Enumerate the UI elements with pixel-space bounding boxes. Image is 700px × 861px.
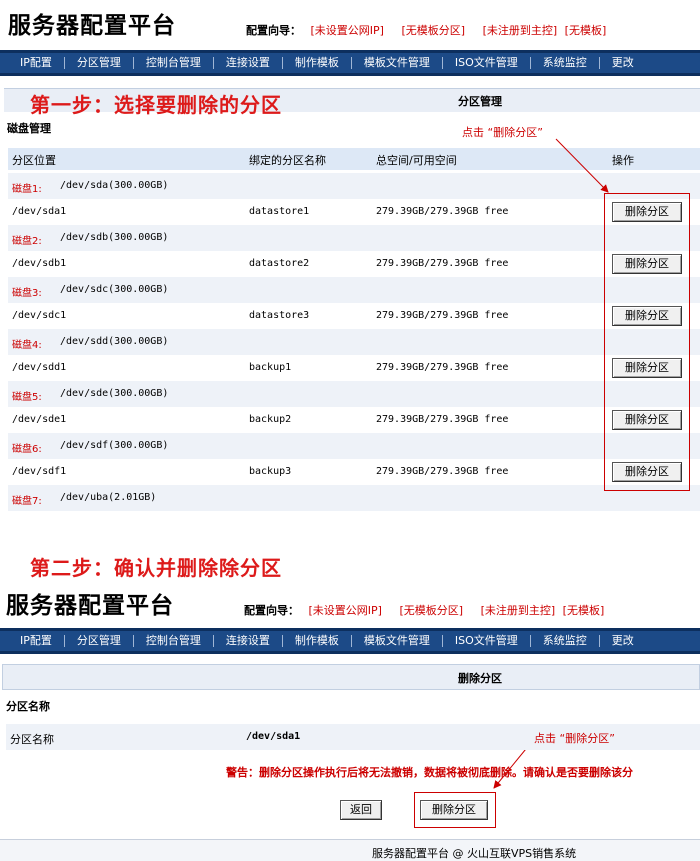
- wizard-link-template-partition[interactable]: [无模板分区]: [399, 604, 463, 617]
- annotation-text: 点击 “删除分区”: [534, 732, 615, 745]
- config-wizard: 配置向导： [未设置公网IP] [无模板分区] [未注册到主控] [无模板]: [244, 602, 618, 618]
- arrow-step1: [555, 138, 609, 193]
- nav-more[interactable]: 更改: [600, 635, 646, 647]
- wizard-link-register-master[interactable]: [未注册到主控]: [481, 604, 556, 617]
- wizard-label: 配置向导：: [244, 604, 299, 617]
- panel-header: [2, 664, 700, 690]
- nav-system-monitor[interactable]: 系统监控: [531, 635, 600, 647]
- panel-title: 删除分区: [458, 672, 502, 685]
- highlight-box: [414, 792, 496, 828]
- footer-text: 服务器配置平台 @ 火山互联VPS销售系统: [372, 847, 577, 860]
- nav-ip-config[interactable]: IP配置: [0, 635, 65, 647]
- section-label: 分区名称: [6, 700, 50, 713]
- back-button[interactable]: 返回: [340, 800, 382, 820]
- field-label: 分区名称: [10, 733, 54, 746]
- warning-text: 警告：删除分区操作执行后将无法撤销，数据将被彻底删除。请确认是否要删除该分: [226, 766, 633, 779]
- step2-title: 第二步：确认并删除除分区: [30, 556, 282, 580]
- main-nav: IP配置 分区管理 控制台管理 连接设置 制作模板 模板文件管理 ISO文件管理…: [0, 628, 700, 654]
- nav-connection-settings[interactable]: 连接设置: [214, 635, 283, 647]
- wizard-link-template[interactable]: [无模板]: [563, 604, 605, 617]
- footer: 服务器配置平台 @ 火山互联VPS销售系统: [0, 839, 700, 861]
- nav-iso-files[interactable]: ISO文件管理: [443, 635, 531, 647]
- app-title: 服务器配置平台: [6, 593, 174, 619]
- nav-template-files[interactable]: 模板文件管理: [352, 635, 443, 647]
- wizard-link-public-ip[interactable]: [未设置公网IP]: [309, 604, 382, 617]
- nav-console-manage[interactable]: 控制台管理: [134, 635, 214, 647]
- partition-value: /dev/sda1: [246, 731, 301, 742]
- nav-make-template[interactable]: 制作模板: [283, 635, 352, 647]
- nav-partition-manage[interactable]: 分区管理: [65, 635, 134, 647]
